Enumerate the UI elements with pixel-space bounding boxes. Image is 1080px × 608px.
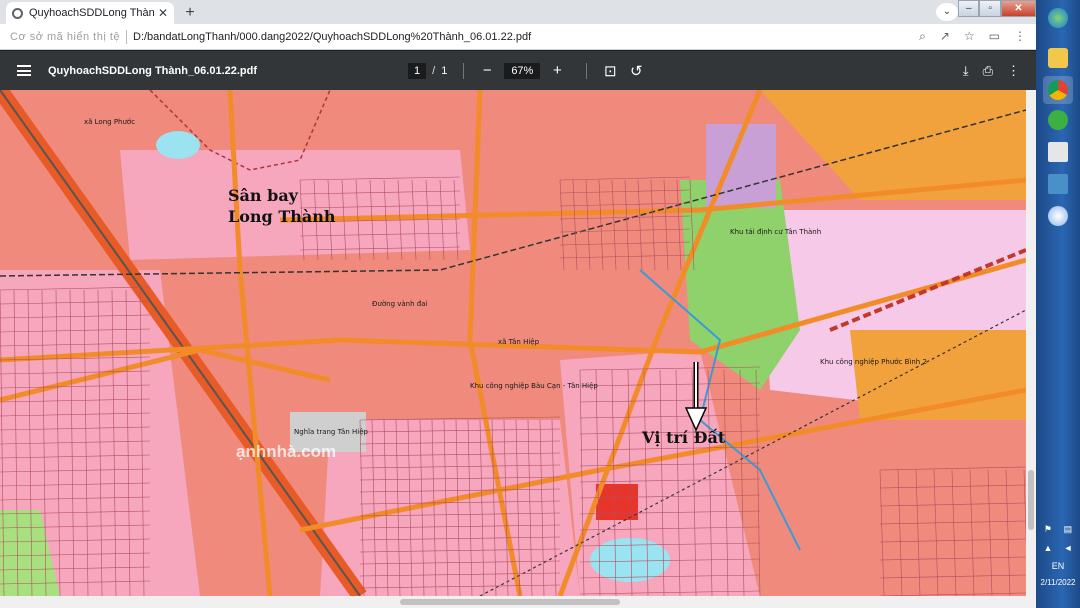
zoom-in-button[interactable]: + [544, 62, 570, 79]
zoom-input[interactable]: 67% [504, 62, 541, 79]
tab-strip: QuyhoachSDDLong Thành_06.01 ✕ + ⌄ – ▫ ✕ [0, 0, 1036, 24]
pdf-map-canvas[interactable]: Sân bay Long Thành Vị trí Đất ạnhnhà.com… [0, 90, 1026, 596]
label-xa-long-phuoc: xã Long Phước [84, 118, 136, 126]
globe-icon [12, 7, 23, 19]
page-number-input[interactable]: 1 [408, 62, 427, 79]
close-tab-icon[interactable]: ✕ [158, 6, 168, 20]
app-green-icon[interactable] [1043, 106, 1073, 134]
network-icon[interactable]: ▤ [1064, 524, 1073, 535]
windows-taskbar [1036, 0, 1080, 608]
network-app-icon[interactable] [1043, 138, 1073, 166]
label-khu-tai-dinh-cu: Khu tái định cư Tân Thành [730, 228, 822, 236]
label-khu-cn-phuoc-binh: Khu công nghiệp Phước Bình 2 [820, 358, 927, 366]
browser-tab[interactable]: QuyhoachSDDLong Thành_06.01 ✕ [6, 2, 174, 24]
tab-title: QuyhoachSDDLong Thành_06.01 [29, 7, 154, 19]
tab-search-chevron-icon[interactable]: ⌄ [936, 3, 958, 21]
label-xa-tan-hiep: xã Tân Hiệp [498, 338, 540, 346]
airport-label: Sân bay Long Thành [228, 185, 335, 227]
minimize-button[interactable]: – [958, 0, 980, 17]
start-orb-icon[interactable] [1043, 4, 1073, 32]
water-body-north [156, 131, 200, 159]
label-nghia-trang: Nghĩa trang Tân Hiệp [294, 428, 368, 436]
more-icon[interactable]: ⋮ [1014, 29, 1026, 44]
chrome-icon[interactable] [1043, 76, 1073, 104]
system-tray: ⚑ ▤ ▲ ◄ EN [1036, 520, 1080, 575]
new-tab-button[interactable]: + [180, 3, 200, 23]
flag-icon[interactable]: ⚑ [1044, 524, 1052, 535]
tray-icons: ⚑ ▤ [1036, 520, 1080, 539]
maximize-button[interactable]: ▫ [979, 0, 1001, 17]
toolbar-divider [463, 62, 465, 79]
address-actions: ⌕ ↗ ☆ ▭ ⋮ [919, 29, 1036, 44]
url-field[interactable]: D:/bandatLongThanh/000.dang2022/Quyhoach… [133, 31, 919, 43]
print-icon[interactable]: ⎙ [983, 63, 993, 79]
address-bar: Cơ sở mã hiển thị tệp D:/bandatLongThanh… [0, 24, 1036, 50]
vertical-scroll-thumb[interactable] [1028, 470, 1034, 530]
tray-lang: EN [1036, 557, 1080, 575]
tray-icons-2: ▲ ◄ [1036, 539, 1080, 557]
watermark: ạnhnhà.com [236, 442, 337, 461]
address-source-label: Cơ sở mã hiển thị tệp [10, 30, 120, 43]
horizontal-scrollbar[interactable] [0, 596, 1036, 608]
toolbar-right-actions: ⤓ ⎙ ⋮ [963, 63, 1036, 79]
fit-page-icon[interactable]: ⊡ [597, 62, 623, 80]
vertical-scrollbar[interactable] [1026, 90, 1036, 596]
close-window-button[interactable]: ✕ [1000, 0, 1036, 17]
label-khu-cn-bau-can: Khu công nghiệp Bàu Cạn - Tân Hiệp [470, 382, 598, 390]
rotate-icon[interactable]: ↺ [623, 62, 649, 80]
volume-icon[interactable]: ◄ [1064, 543, 1073, 553]
horizontal-scroll-thumb[interactable] [400, 599, 620, 605]
window-controls: – ▫ ✕ [958, 0, 1036, 20]
extensions-icon[interactable]: ▭ [989, 29, 1000, 44]
folder-icon[interactable] [1043, 44, 1073, 72]
pdf-toolbar: QuyhoachSDDLong Thành_06.01.22.pdf 1 / 1… [0, 51, 1036, 90]
address-divider [126, 29, 127, 44]
toolbar-divider-2 [586, 62, 588, 79]
clock-date: 2/11/2022 [1040, 578, 1076, 587]
pdf-title: QuyhoachSDDLong Thành_06.01.22.pdf [48, 64, 258, 77]
download-icon[interactable]: ⤓ [963, 63, 969, 79]
more-options-icon[interactable]: ⋮ [1007, 63, 1020, 79]
language-indicator[interactable]: EN [1052, 561, 1065, 571]
menu-icon[interactable] [17, 65, 31, 76]
zoom-icon[interactable]: ⌕ [919, 29, 926, 44]
target-location-label: Vị trí Đất [642, 428, 726, 447]
airport-label-line1: Sân bay [228, 186, 298, 205]
page-separator: / [432, 64, 436, 77]
signal-icon[interactable]: ▲ [1044, 543, 1053, 553]
share-icon[interactable]: ↗ [940, 29, 950, 44]
label-duong-vanh-dai: Đường vành đai [372, 300, 428, 308]
screenshot-root: QuyhoachSDDLong Thành_06.01 ✕ + ⌄ – ▫ ✕ … [0, 0, 1080, 608]
monitor-icon[interactable] [1043, 170, 1073, 198]
zoom-out-button[interactable]: − [474, 62, 500, 79]
page-total: 1 [441, 64, 448, 77]
bookmark-star-icon[interactable]: ☆ [964, 29, 975, 44]
airport-label-line2: Long Thành [228, 207, 336, 226]
clock[interactable]: 2/11/2022 [1036, 578, 1080, 588]
paint-icon[interactable] [1043, 202, 1073, 230]
